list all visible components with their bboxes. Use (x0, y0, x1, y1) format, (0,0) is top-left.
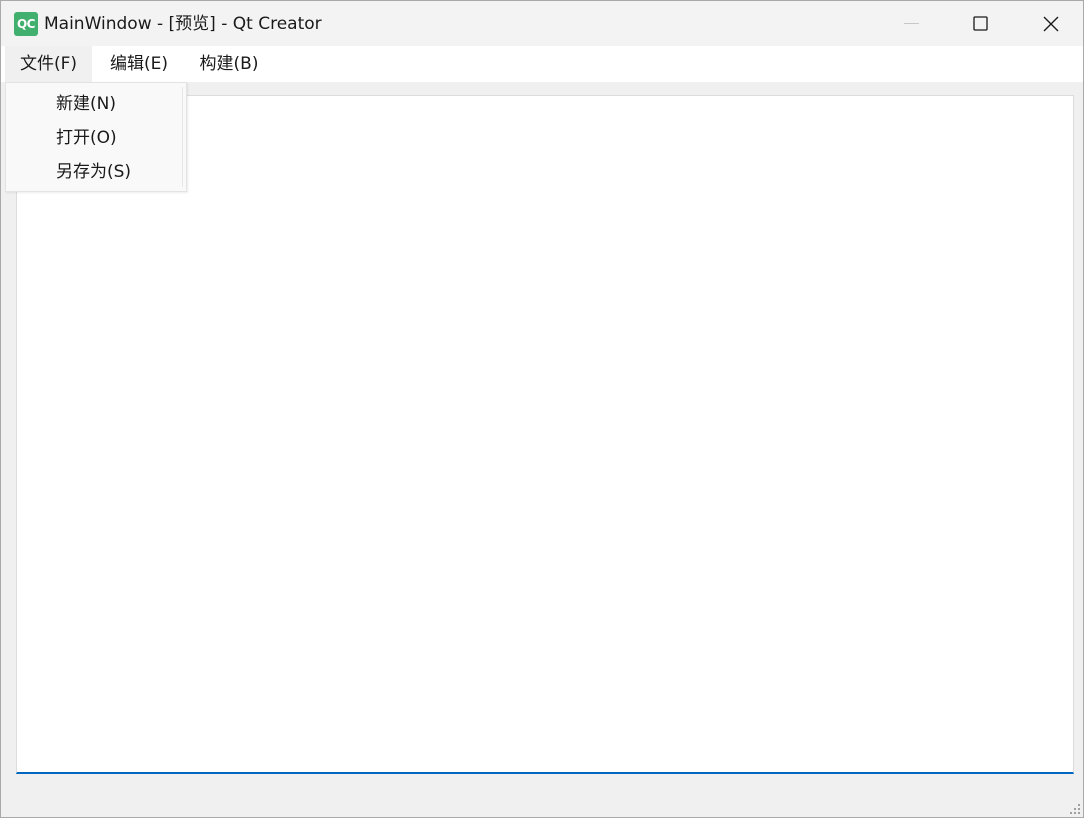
menu-file[interactable]: 文件(F) (5, 46, 92, 82)
central-text-edit[interactable] (16, 95, 1074, 774)
size-grip-icon[interactable] (1069, 803, 1081, 815)
maximize-button[interactable] (946, 1, 1016, 46)
menu-item-new-label: 新建(N) (56, 94, 116, 114)
window-title: MainWindow - [预览] - Qt Creator (44, 14, 322, 34)
main-window: QC MainWindow - [预览] - Qt Creator 文件(F) … (0, 0, 1084, 818)
menu-edit[interactable]: 编辑(E) (96, 46, 182, 82)
menu-divider (182, 87, 183, 187)
maximize-icon (973, 16, 988, 31)
close-button[interactable] (1015, 1, 1083, 46)
close-icon (1043, 16, 1059, 32)
title-bar[interactable]: QC MainWindow - [预览] - Qt Creator (1, 1, 1083, 46)
menu-item-save-as-label: 另存为(S) (56, 162, 132, 182)
file-menu-dropdown: 新建(N) 打开(O) 另存为(S) (5, 82, 187, 192)
menu-item-open-label: 打开(O) (56, 128, 117, 148)
qt-creator-logo-icon: QC (14, 12, 38, 36)
minimize-button[interactable] (877, 1, 947, 46)
menu-item-open[interactable]: 打开(O) (6, 121, 182, 155)
menu-item-new[interactable]: 新建(N) (6, 87, 182, 121)
menu-build[interactable]: 构建(B) (186, 46, 272, 82)
menu-bar: 文件(F) 编辑(E) 构建(B) (1, 46, 1083, 82)
minimize-icon (904, 23, 919, 24)
menu-item-save-as[interactable]: 另存为(S) (6, 155, 182, 189)
